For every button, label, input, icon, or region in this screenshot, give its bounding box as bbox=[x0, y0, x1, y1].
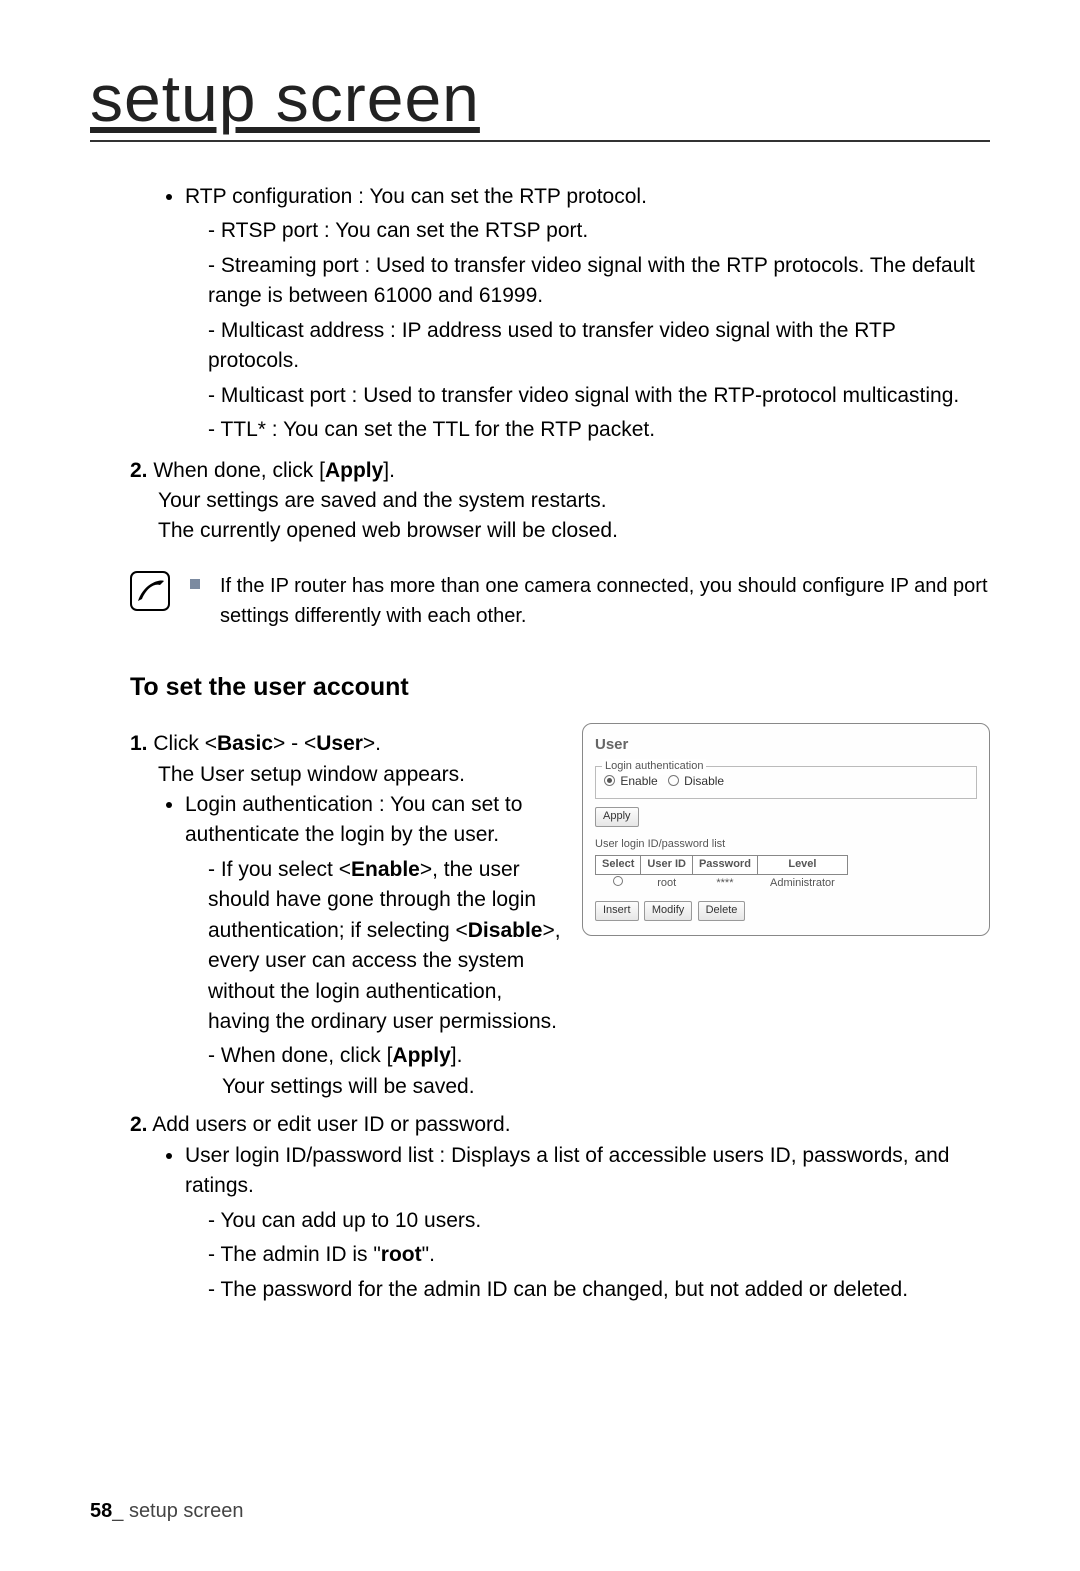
row-userid: root bbox=[641, 875, 693, 893]
panel-title: User bbox=[595, 734, 977, 756]
note-bullet-icon bbox=[190, 579, 200, 589]
user-settings-panel: User Login authentication Enable Disable… bbox=[582, 723, 990, 936]
ua-bullet-list-1: Login authentication : You can set to au… bbox=[185, 790, 562, 851]
radio-disable-label: Disable bbox=[684, 774, 724, 788]
ua-sub-b-pre: The admin ID is " bbox=[220, 1243, 380, 1266]
step-2-text-a: When done, click [ bbox=[153, 459, 325, 482]
ua-dash2-line2: Your settings will be saved. bbox=[222, 1072, 990, 1102]
table-row[interactable]: root **** Administrator bbox=[596, 875, 848, 893]
ua-step-2: 2. Add users or edit user ID or password… bbox=[130, 1110, 990, 1140]
content-area: RTP configuration : You can set the RTP … bbox=[90, 182, 990, 1305]
user-list-legend: User login ID/password list bbox=[595, 837, 977, 853]
ua-dash-2: - When done, click [Apply]. Your setting… bbox=[208, 1041, 990, 1102]
row-level: Administrator bbox=[757, 875, 847, 893]
col-userid: User ID bbox=[641, 856, 693, 875]
row-select-radio[interactable] bbox=[613, 876, 623, 886]
rtp-item-1: Streaming port : Used to transfer video … bbox=[208, 251, 990, 312]
ua-sub-b-post: ". bbox=[422, 1243, 435, 1266]
ua-dash-1: - If you select <Enable>, the user shoul… bbox=[208, 855, 562, 1038]
radio-enable[interactable] bbox=[604, 775, 615, 786]
footer-sep: _ bbox=[112, 1500, 129, 1522]
footer-text: setup screen bbox=[129, 1500, 244, 1522]
step-2-line2: Your settings are saved and the system r… bbox=[158, 486, 990, 516]
radio-disable[interactable] bbox=[668, 775, 679, 786]
ua-sub-a: You can add up to 10 users. bbox=[208, 1206, 990, 1236]
ua-step-1-num: 1. bbox=[130, 732, 148, 755]
radio-enable-label: Enable bbox=[620, 774, 657, 788]
rtp-item-4: TTL* : You can set the TTL for the RTP p… bbox=[208, 415, 990, 445]
step-2: 2. When done, click [Apply]. bbox=[130, 456, 990, 486]
user-table: Select User ID Password Level root **** … bbox=[595, 855, 848, 893]
ua-step-1-a: Click < bbox=[153, 732, 217, 755]
modify-button[interactable]: Modify bbox=[644, 901, 692, 921]
col-password: Password bbox=[692, 856, 757, 875]
basic-label: Basic bbox=[217, 732, 273, 755]
login-auth-legend: Login authentication bbox=[602, 759, 706, 775]
col-select: Select bbox=[596, 856, 641, 875]
ua-step-1-b: >. bbox=[363, 732, 381, 755]
enable-label: Enable bbox=[351, 858, 420, 881]
col-level: Level bbox=[757, 856, 847, 875]
page-footer: 58_ setup screen bbox=[90, 1500, 243, 1523]
rtp-sub-list: RTSP port : You can set the RTSP port. S… bbox=[208, 216, 990, 445]
rtp-intro: RTP configuration : You can set the RTP … bbox=[185, 182, 990, 212]
ua-sub-c: The password for the admin ID can be cha… bbox=[208, 1275, 990, 1305]
rtp-item-2: Multicast address : IP address used to t… bbox=[208, 316, 990, 377]
apply-button[interactable]: Apply bbox=[595, 807, 639, 827]
ua-step-2-num: 2. bbox=[130, 1113, 148, 1136]
delete-button[interactable]: Delete bbox=[698, 901, 746, 921]
note-text: If the IP router has more than one camer… bbox=[220, 571, 990, 631]
user-label: User bbox=[316, 732, 363, 755]
ua-dash1-a: If you select < bbox=[221, 858, 351, 881]
user-list-fieldset: User login ID/password list Select User … bbox=[595, 837, 977, 893]
disable-label: Disable bbox=[468, 919, 543, 942]
rtp-bullet-list: RTP configuration : You can set the RTP … bbox=[185, 182, 990, 212]
apply-label: Apply bbox=[325, 459, 383, 482]
step-2-text-b: ]. bbox=[383, 459, 395, 482]
rtp-item-3: Multicast port : Used to transfer video … bbox=[208, 381, 990, 411]
ua-step-2-text: Add users or edit user ID or password. bbox=[152, 1113, 510, 1136]
ua-dash2-b: ]. bbox=[451, 1044, 463, 1067]
login-auth-fieldset: Login authentication Enable Disable bbox=[595, 766, 977, 799]
root-label: root bbox=[381, 1243, 422, 1266]
note-row: If the IP router has more than one camer… bbox=[130, 571, 990, 631]
ua-step-1-line2: The User setup window appears. bbox=[158, 760, 562, 790]
ua-step-1: 1. Click <Basic> - <User>. bbox=[130, 729, 562, 759]
step-2-line3: The currently opened web browser will be… bbox=[158, 516, 990, 546]
rtp-item-0: RTSP port : You can set the RTSP port. bbox=[208, 216, 990, 246]
apply-label-2: Apply bbox=[392, 1044, 450, 1067]
ua-sub-b: The admin ID is "root". bbox=[208, 1240, 990, 1270]
ua-dash2-a: When done, click [ bbox=[221, 1044, 393, 1067]
step-2-num: 2. bbox=[130, 459, 148, 482]
ua-bullet-2: User login ID/password list : Displays a… bbox=[185, 1141, 990, 1202]
page-number: 58 bbox=[90, 1500, 112, 1522]
page-title: setup screen bbox=[90, 60, 990, 142]
ua-sub-items: You can add up to 10 users. The admin ID… bbox=[208, 1206, 990, 1305]
ua-bullet-1: Login authentication : You can set to au… bbox=[185, 790, 562, 851]
ua-step-1-mid: > - < bbox=[273, 732, 316, 755]
insert-button[interactable]: Insert bbox=[595, 901, 639, 921]
note-icon bbox=[130, 571, 170, 611]
table-header-row: Select User ID Password Level bbox=[596, 856, 848, 875]
subheading-user-account: To set the user account bbox=[130, 669, 990, 705]
row-password: **** bbox=[692, 875, 757, 893]
ua-bullet-list-2: User login ID/password list : Displays a… bbox=[185, 1141, 990, 1202]
